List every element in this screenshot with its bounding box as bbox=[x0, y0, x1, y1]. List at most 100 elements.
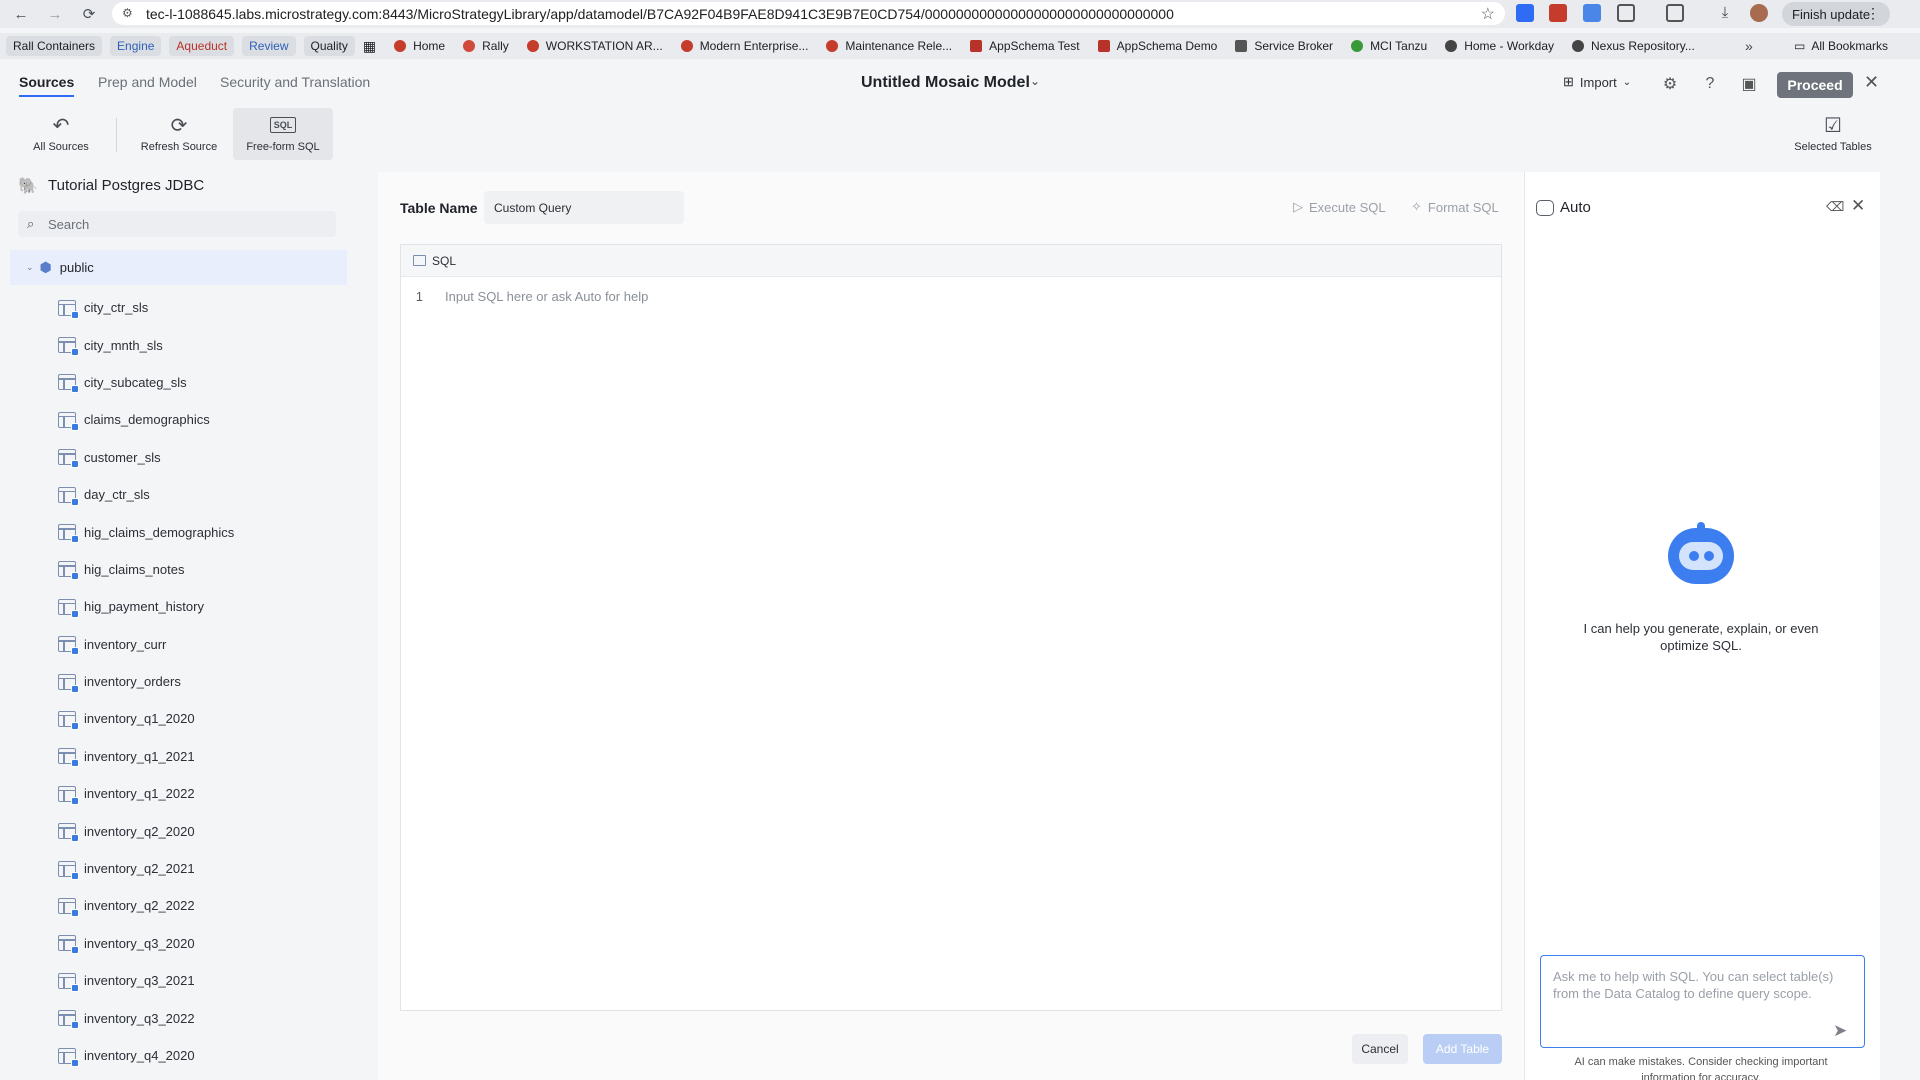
bookmark-tag[interactable]: Engine bbox=[110, 36, 162, 56]
bookmark-mci-tanzu[interactable]: MCI Tanzu bbox=[1351, 39, 1427, 53]
bookmark-workstation[interactable]: WORKSTATION AR... bbox=[526, 39, 663, 53]
table-item[interactable]: inventory_q2_2021 bbox=[58, 850, 348, 887]
chevron-down-icon[interactable]: ⌄ bbox=[26, 262, 34, 273]
tab-sources[interactable]: Sources bbox=[19, 74, 75, 97]
extension-icon-2[interactable] bbox=[1549, 4, 1567, 22]
bookmark-appschema-test[interactable]: AppSchema Test bbox=[970, 39, 1080, 53]
bookmark-label: Nexus Repository... bbox=[1591, 39, 1695, 53]
auto-chat-input[interactable]: Ask me to help with SQL. You can select … bbox=[1540, 955, 1865, 1048]
site-info-icon[interactable]: ⚙ bbox=[122, 6, 133, 20]
search-input[interactable]: ⌕ Search bbox=[18, 211, 336, 237]
download-icon[interactable]: ⤓ bbox=[1716, 4, 1734, 22]
gear-icon[interactable]: ⚙ bbox=[1658, 72, 1682, 96]
bookmark-tag[interactable]: Rall Containers bbox=[6, 36, 103, 56]
free-form-sql-button[interactable]: SQL Free-form SQL bbox=[233, 108, 333, 160]
schema-item-public[interactable]: ⌄ ⬢ public bbox=[10, 250, 347, 285]
table-icon bbox=[58, 561, 79, 581]
table-item[interactable]: city_mnth_sls bbox=[58, 326, 348, 363]
table-item[interactable]: inventory_q4_2020 bbox=[58, 1037, 348, 1074]
table-label: inventory_q3_2021 bbox=[84, 973, 195, 989]
refresh-source-button[interactable]: ⟳ Refresh Source bbox=[129, 108, 229, 160]
table-item[interactable]: inventory_q1_2021 bbox=[58, 738, 348, 775]
extension-icon-3[interactable] bbox=[1583, 4, 1601, 22]
table-item[interactable]: inventory_q2_2022 bbox=[58, 887, 348, 924]
bookmark-rally[interactable]: Rally bbox=[463, 39, 509, 53]
table-item[interactable]: inventory_orders bbox=[58, 663, 348, 700]
add-table-button[interactable]: Add Table bbox=[1423, 1034, 1502, 1064]
chevron-double-right-icon[interactable]: » bbox=[1745, 38, 1753, 54]
apps-grid-icon[interactable]: ▦ bbox=[363, 38, 376, 55]
table-item[interactable]: hig_claims_demographics bbox=[58, 513, 348, 550]
table-name-input[interactable]: Custom Query bbox=[484, 191, 684, 224]
toolbar-divider bbox=[116, 118, 117, 152]
bookmark-service-broker[interactable]: Service Broker bbox=[1235, 39, 1333, 53]
sql-editor-header: SQL bbox=[401, 245, 1501, 277]
table-item[interactable]: inventory_curr bbox=[58, 626, 348, 663]
table-item[interactable]: inventory_q3_2021 bbox=[58, 962, 348, 999]
close-icon[interactable]: ✕ bbox=[1864, 72, 1879, 93]
bookmark-tag[interactable]: Aqueduct bbox=[169, 36, 235, 56]
tab-security-and-translation[interactable]: Security and Translation bbox=[220, 74, 370, 90]
table-item[interactable]: customer_sls bbox=[58, 439, 348, 476]
finish-update-button[interactable]: Finish update ⋮ bbox=[1782, 2, 1890, 26]
tab-search-icon[interactable] bbox=[1666, 4, 1684, 22]
eraser-icon[interactable]: ⌫ bbox=[1826, 199, 1844, 215]
send-icon[interactable]: ➤ bbox=[1833, 1021, 1847, 1041]
bookmark-home[interactable]: Home bbox=[394, 39, 445, 53]
table-item[interactable]: hig_claims_notes bbox=[58, 551, 348, 588]
table-item[interactable]: inventory_q1_2020 bbox=[58, 700, 348, 737]
table-badge bbox=[71, 348, 79, 357]
save-icon[interactable]: ▣ bbox=[1737, 72, 1761, 96]
sql-line[interactable]: 1 Input SQL here or ask Auto for help bbox=[401, 277, 1501, 304]
reload-icon[interactable]: ⟳ bbox=[76, 2, 102, 26]
table-item[interactable]: hig_payment_history bbox=[58, 588, 348, 625]
cancel-button[interactable]: Cancel bbox=[1352, 1034, 1408, 1064]
bookmark-nexus[interactable]: Nexus Repository... bbox=[1572, 39, 1695, 53]
selected-tables-button[interactable]: ☑ Selected Tables bbox=[1783, 108, 1883, 160]
format-sql-button[interactable]: ✧ Format SQL bbox=[1411, 199, 1499, 215]
tab-prep-and-model[interactable]: Prep and Model bbox=[98, 74, 197, 90]
chevron-down-icon[interactable]: ⌄ bbox=[1030, 74, 1040, 88]
extensions-puzzle-icon[interactable] bbox=[1617, 4, 1635, 22]
sql-table-icon bbox=[413, 255, 426, 266]
extension-icon-1[interactable] bbox=[1516, 4, 1534, 22]
bookmark-workday[interactable]: Home - Workday bbox=[1445, 39, 1554, 53]
table-item[interactable]: inventory_q2_2020 bbox=[58, 812, 348, 849]
bookmark-tag[interactable]: Review bbox=[242, 36, 296, 56]
execute-sql-button[interactable]: ▷ Execute SQL bbox=[1293, 199, 1386, 215]
help-icon[interactable]: ? bbox=[1698, 72, 1722, 96]
import-button[interactable]: ⊞ Import ⌄ bbox=[1563, 74, 1631, 90]
bookmark-modern-enterprise[interactable]: Modern Enterprise... bbox=[680, 39, 809, 53]
bookmark-label: Home - Workday bbox=[1464, 39, 1555, 53]
back-icon[interactable]: ← bbox=[8, 2, 34, 26]
bookmark-label: Modern Enterprise... bbox=[699, 39, 809, 53]
table-badge bbox=[71, 834, 79, 843]
sql-glyph: SQL bbox=[269, 117, 297, 133]
bookmark-favicon bbox=[1572, 40, 1585, 52]
bookmark-star-icon[interactable]: ☆ bbox=[1481, 4, 1495, 24]
bookmark-favicon bbox=[526, 40, 539, 52]
bookmark-appschema-demo[interactable]: AppSchema Demo bbox=[1097, 39, 1217, 53]
all-bookmarks-button[interactable]: ▭ All Bookmarks bbox=[1794, 39, 1888, 53]
bookmark-tag[interactable]: Quality bbox=[303, 36, 355, 56]
checked-box-icon: ☑ bbox=[1824, 114, 1842, 137]
table-item[interactable]: inventory_q3_2020 bbox=[58, 925, 348, 962]
profile-avatar[interactable] bbox=[1750, 4, 1768, 22]
table-badge bbox=[71, 1058, 79, 1067]
table-item[interactable]: day_ctr_sls bbox=[58, 476, 348, 513]
bookmark-maintenance[interactable]: Maintenance Rele... bbox=[826, 39, 952, 53]
table-label: customer_sls bbox=[84, 449, 161, 465]
sql-editor[interactable]: SQL 1 Input SQL here or ask Auto for hel… bbox=[400, 244, 1502, 1011]
table-item[interactable]: city_ctr_sls bbox=[58, 289, 348, 326]
table-item[interactable]: city_subcateg_sls bbox=[58, 364, 348, 401]
import-label: Import bbox=[1579, 74, 1617, 90]
close-icon[interactable]: ✕ bbox=[1851, 196, 1865, 216]
all-sources-button[interactable]: ↶ All Sources bbox=[11, 108, 111, 160]
address-bar[interactable]: ⚙ tec-l-1088645.labs.microstrategy.com:8… bbox=[112, 2, 1505, 25]
model-title[interactable]: Untitled Mosaic Model bbox=[861, 74, 1030, 92]
proceed-button[interactable]: Proceed bbox=[1777, 72, 1853, 98]
forward-icon[interactable]: → bbox=[42, 2, 68, 26]
table-item[interactable]: claims_demographics bbox=[58, 401, 348, 438]
table-item[interactable]: inventory_q3_2022 bbox=[58, 999, 348, 1036]
table-item[interactable]: inventory_q1_2022 bbox=[58, 775, 348, 812]
